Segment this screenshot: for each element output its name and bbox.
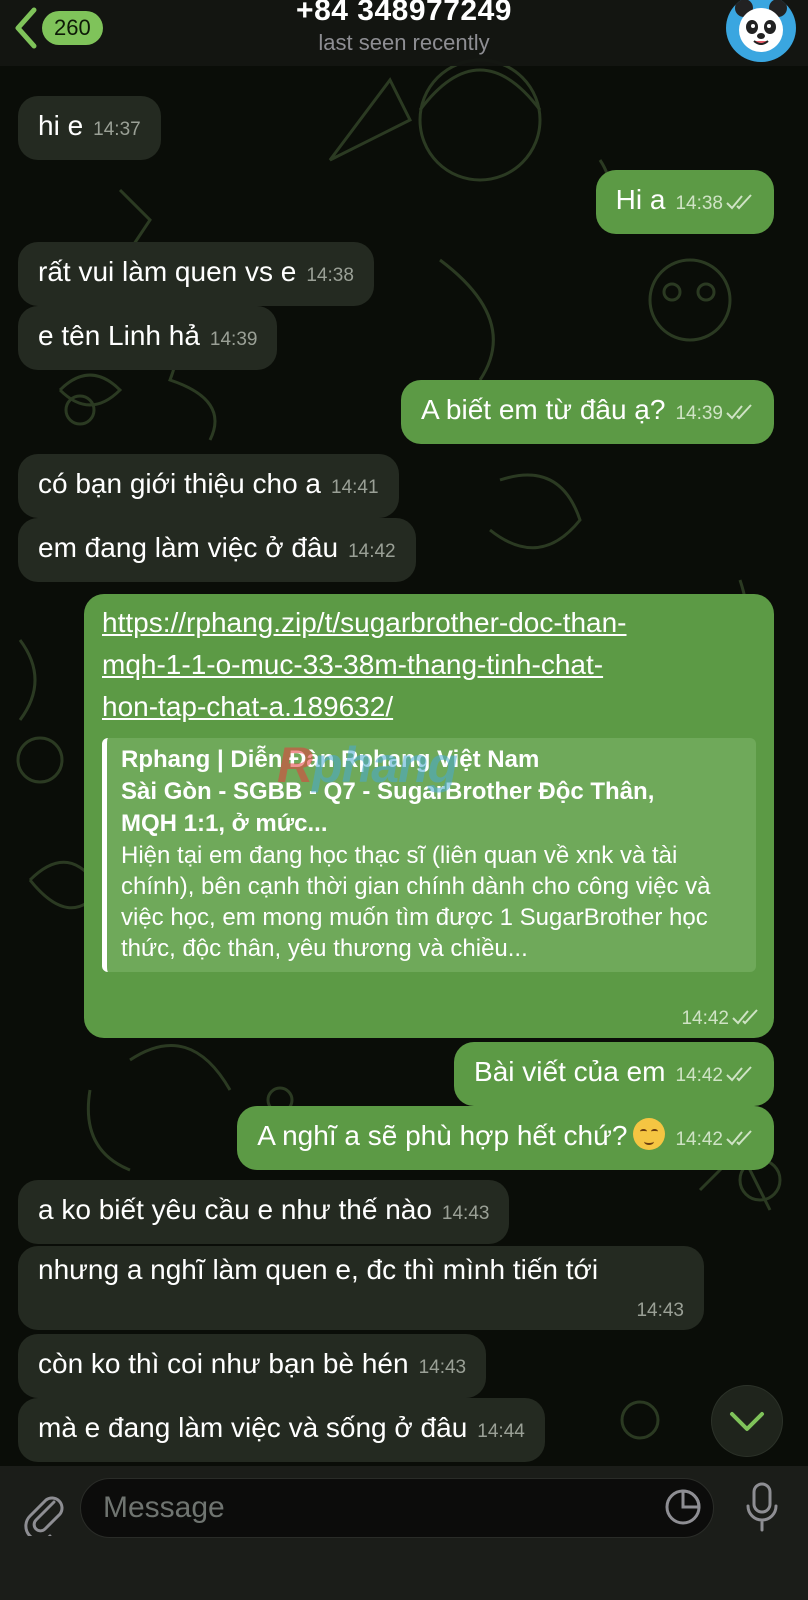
message-text: có bạn giới thiệu cho a bbox=[38, 468, 321, 499]
attach-paperclip-icon[interactable] bbox=[22, 1486, 64, 1536]
message-text: nhưng a nghĩ làm quen e, đc thì mình tiế… bbox=[38, 1254, 599, 1285]
chat-header: 260 +84 348977249 last seen recently bbox=[0, 0, 808, 66]
scroll-to-bottom-button[interactable] bbox=[712, 1386, 782, 1456]
message-time: 14:39 bbox=[675, 403, 723, 424]
message-time: 14:43 bbox=[636, 1300, 684, 1321]
last-seen-status: last seen recently bbox=[318, 30, 490, 55]
message-time: 14:42 bbox=[348, 541, 396, 562]
message-text: em đang làm việc ở đâu bbox=[38, 532, 339, 563]
message-time: 14:38 bbox=[306, 265, 354, 286]
message-incoming[interactable]: a ko biết yêu cầu e như thế nào 14:43 bbox=[18, 1180, 510, 1244]
preview-description: Hiện tại em đang học thạc sĩ (liên quan … bbox=[121, 842, 711, 962]
message-input-bar: Message bbox=[0, 1466, 808, 1600]
link-preview-card[interactable]: Rphang Rphang | Diễn Đàn Rphang Việt Nam… bbox=[102, 737, 756, 972]
read-ticks-icon bbox=[726, 194, 752, 210]
read-ticks-icon bbox=[732, 1009, 758, 1025]
message-input[interactable]: Message bbox=[80, 1478, 714, 1538]
message-time: 14:42 bbox=[681, 1008, 729, 1029]
chat-title[interactable]: +84 348977249 bbox=[0, 0, 808, 28]
message-incoming[interactable]: em đang làm việc ở đâu 14:42 bbox=[18, 518, 416, 582]
message-outgoing[interactable]: Bài viết của em 14:42 bbox=[454, 1042, 774, 1106]
read-ticks-icon bbox=[726, 404, 752, 420]
smiling-emoji-icon bbox=[633, 1118, 666, 1150]
message-outgoing[interactable]: Hi a 14:38 bbox=[595, 170, 774, 234]
message-incoming[interactable]: e tên Linh hả 14:39 bbox=[18, 306, 278, 370]
scroll-down-chevron-icon bbox=[730, 1412, 764, 1431]
message-time: 14:42 bbox=[675, 1065, 723, 1086]
message-time: 14:42 bbox=[675, 1129, 723, 1150]
watermark-logo: Rphang bbox=[277, 737, 458, 793]
message-link-url[interactable]: https://rphang.zip/t/sugarbrother-doc-th… bbox=[102, 602, 756, 728]
read-ticks-icon bbox=[726, 1066, 752, 1082]
message-placeholder: Message bbox=[103, 1491, 225, 1524]
read-ticks-icon bbox=[726, 1130, 752, 1146]
message-time: 14:39 bbox=[209, 329, 258, 350]
message-text: Hi a bbox=[615, 184, 666, 215]
message-incoming[interactable]: mà e đang làm việc và sống ở đâu 14:44 bbox=[18, 1398, 545, 1462]
message-time: 14:41 bbox=[331, 477, 379, 498]
message-text: A nghĩ a sẽ phù hợp hết chứ? bbox=[257, 1120, 628, 1151]
microphone-icon[interactable] bbox=[744, 1480, 780, 1536]
sticker-icon[interactable] bbox=[663, 1487, 703, 1527]
message-time: 14:44 bbox=[477, 1421, 525, 1442]
message-link-preview[interactable]: https://rphang.zip/t/sugarbrother-doc-th… bbox=[84, 594, 774, 1038]
message-text: A biết em từ đâu ạ? bbox=[421, 394, 666, 425]
message-text: mà e đang làm việc và sống ở đâu bbox=[38, 1412, 468, 1443]
message-text: hi e bbox=[38, 110, 84, 141]
message-outgoing[interactable]: A nghĩ a sẽ phù hợp hết chứ? 14:42 bbox=[237, 1106, 774, 1170]
message-time: 14:38 bbox=[675, 193, 723, 214]
message-incoming[interactable]: rất vui làm quen vs e 14:38 bbox=[18, 242, 374, 306]
message-outgoing[interactable]: A biết em từ đâu ạ? 14:39 bbox=[401, 380, 774, 444]
message-time: 14:43 bbox=[418, 1357, 467, 1378]
message-text: Bài viết của em bbox=[474, 1056, 666, 1087]
message-incoming[interactable]: hi e 14:37 bbox=[18, 96, 161, 160]
message-incoming[interactable]: còn ko thì coi như bạn bè hén 14:43 bbox=[18, 1334, 487, 1398]
preview-title-cont: MQH 1:1, ở mức... bbox=[121, 810, 328, 837]
message-text: e tên Linh hả bbox=[38, 320, 200, 351]
message-text: còn ko thì coi như bạn bè hén bbox=[38, 1348, 409, 1379]
message-text: a ko biết yêu cầu e như thế nào bbox=[38, 1194, 432, 1225]
message-incoming[interactable]: nhưng a nghĩ làm quen e, đc thì mình tiế… bbox=[18, 1246, 704, 1330]
message-incoming[interactable]: có bạn giới thiệu cho a 14:41 bbox=[18, 454, 399, 518]
message-text: rất vui làm quen vs e bbox=[38, 256, 297, 287]
message-time: 14:37 bbox=[93, 119, 141, 140]
message-meta: 14:42 bbox=[681, 1008, 760, 1030]
message-time: 14:43 bbox=[441, 1203, 490, 1224]
